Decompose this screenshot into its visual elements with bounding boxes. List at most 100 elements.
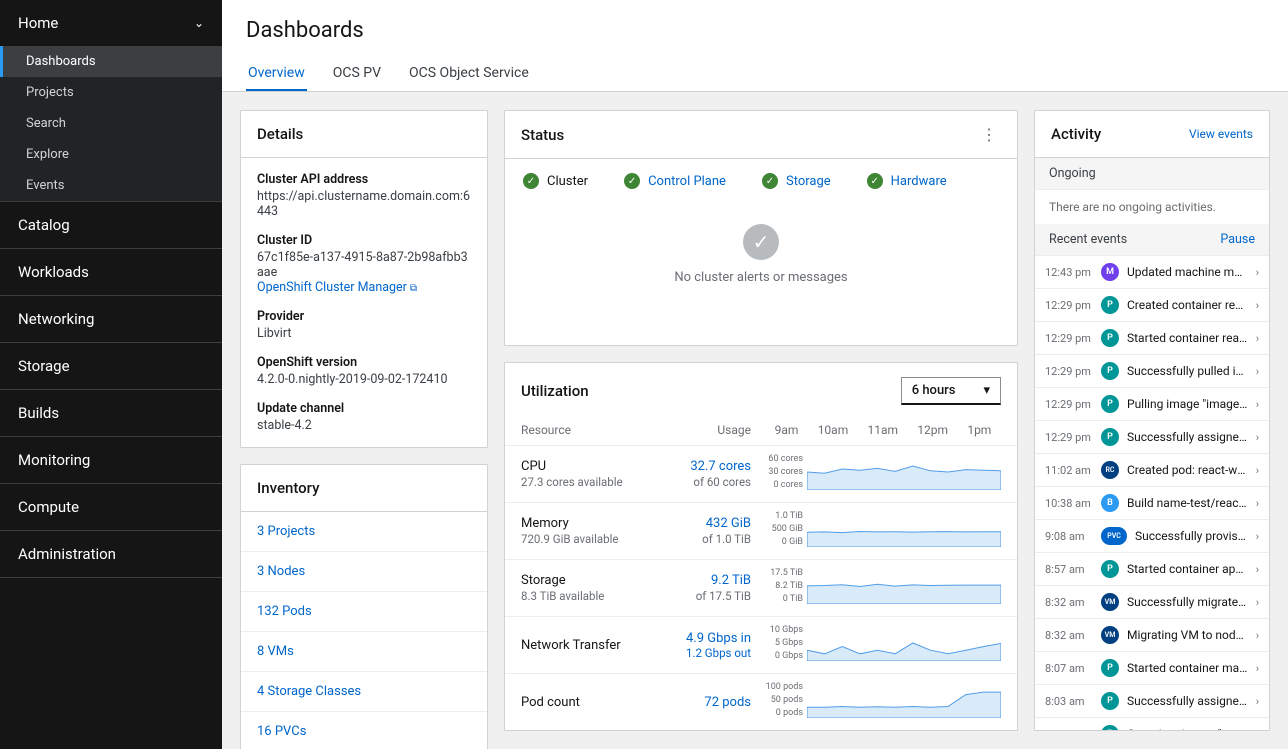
chevron-right-icon: › [1256, 695, 1259, 708]
utilization-header: Utilization 6 hours ▾ [505, 363, 1017, 419]
sparkline [807, 682, 1001, 722]
inventory-item[interactable]: 16 PVCs [241, 711, 487, 749]
util-row-storage: Storage8.3 TiB available9.2 TiBof 17.5 T… [505, 559, 1017, 616]
event-row[interactable]: 8:32 amVMSuccessfully migrated V...› [1035, 586, 1269, 619]
sidebar-item-projects[interactable]: Projects [0, 77, 222, 108]
sparkline [807, 625, 1001, 665]
util-value-link[interactable]: 4.9 Gbps in [641, 631, 751, 646]
resource-badge: RC [1101, 461, 1119, 479]
util-row-pod-count: Pod count72 pods100 pods50 pods0 pods [505, 673, 1017, 730]
status-item-control-plane: ✓Control Plane [624, 173, 726, 189]
sidebar-item-storage[interactable]: Storage [0, 343, 222, 389]
check-icon: ✓ [523, 173, 539, 189]
sidebar-item-dashboards[interactable]: Dashboards [0, 46, 222, 77]
utilization-card: Utilization 6 hours ▾ Resource Usage 9am… [504, 362, 1018, 731]
resource-badge: P [1101, 659, 1119, 677]
util-value-link[interactable]: 432 GiB [641, 516, 751, 531]
event-row[interactable]: 8:03 amPSuccessfully assigned m...› [1035, 685, 1269, 718]
inventory-item[interactable]: 3 Projects [241, 512, 487, 551]
event-row[interactable]: 7:43 amPContainer image "registr...› [1035, 718, 1269, 730]
sparkline [807, 511, 1001, 551]
sidebar-item-workloads[interactable]: Workloads [0, 249, 222, 295]
chevron-right-icon: › [1256, 662, 1259, 675]
nav-home-label: Home [18, 14, 58, 32]
event-row[interactable]: 8:07 amPStarted container manag...› [1035, 652, 1269, 685]
resource-badge: P [1101, 395, 1119, 413]
sidebar-item-search[interactable]: Search [0, 108, 222, 139]
details-card: Details Cluster API addresshttps://api.c… [240, 110, 488, 448]
detail-item: Cluster ID67c1f85e-a137-4915-8a87-2b98af… [257, 233, 471, 295]
event-row[interactable]: 8:57 amPStarted container appde...› [1035, 553, 1269, 586]
chevron-right-icon: › [1256, 431, 1259, 444]
chevron-down-icon: ⌄ [194, 16, 204, 30]
sparkline [807, 454, 1001, 494]
resource-badge: P [1101, 725, 1119, 730]
sidebar-item-catalog[interactable]: Catalog [0, 202, 222, 248]
chevron-right-icon: › [1256, 497, 1259, 510]
sidebar-item-monitoring[interactable]: Monitoring [0, 437, 222, 483]
page-header: Dashboards Overview OCS PV OCS Object Serv… [222, 0, 1288, 92]
inventory-card: Inventory 3 Projects3 Nodes132 Pods8 VMs… [240, 464, 488, 749]
resource-badge: VM [1101, 593, 1119, 611]
sidebar-item-compute[interactable]: Compute [0, 484, 222, 530]
check-circle-icon: ✓ [743, 224, 779, 260]
check-icon: ✓ [762, 173, 778, 189]
status-header: Status ⋮ [505, 111, 1017, 159]
event-row[interactable]: 12:29 pmPSuccessfully pulled imag...› [1035, 355, 1269, 388]
tab-ocs-pv[interactable]: OCS PV [331, 57, 383, 91]
inventory-item[interactable]: 8 VMs [241, 631, 487, 671]
chevron-right-icon: › [1256, 398, 1259, 411]
chevron-right-icon: › [1256, 728, 1259, 731]
event-row[interactable]: 12:43 pmMUpdated machine mynam...› [1035, 256, 1269, 289]
sidebar-item-events[interactable]: Events [0, 170, 222, 201]
event-row[interactable]: 10:38 amBBuild name-test/react-we...› [1035, 487, 1269, 520]
util-value-link[interactable]: 72 pods [641, 695, 751, 710]
detail-item: Update channelstable-4.2 [257, 401, 471, 433]
resource-badge: P [1101, 692, 1119, 710]
kebab-icon[interactable]: ⋮ [977, 125, 1001, 144]
resource-badge: P [1101, 560, 1119, 578]
event-row[interactable]: 12:29 pmPSuccessfully assigned ap...› [1035, 421, 1269, 454]
recent-events-head: Recent events Pause [1035, 224, 1269, 256]
nav-home-submenu: DashboardsProjectsSearchExploreEvents [0, 46, 222, 201]
util-row-memory: Memory720.9 GiB available432 GiBof 1.0 T… [505, 502, 1017, 559]
sidebar: Home ⌄ DashboardsProjectsSearchExploreEv… [0, 0, 222, 749]
chevron-right-icon: › [1256, 629, 1259, 642]
view-events-link[interactable]: View events [1189, 127, 1253, 141]
resource-badge: P [1101, 362, 1119, 380]
nav-home-toggle[interactable]: Home ⌄ [0, 0, 222, 46]
resource-badge: P [1101, 296, 1119, 314]
event-row[interactable]: 12:29 pmPStarted container reacta...› [1035, 322, 1269, 355]
page-title: Dashboards [246, 18, 1264, 43]
sidebar-item-administration[interactable]: Administration [0, 531, 222, 577]
event-row[interactable]: 12:29 pmPCreated container reacta...› [1035, 289, 1269, 322]
check-icon: ✓ [624, 173, 640, 189]
util-value-link[interactable]: 9.2 TiB [641, 573, 751, 588]
ongoing-head: Ongoing [1035, 158, 1269, 190]
event-row[interactable]: 8:32 amVMMigrating VM to node ip...› [1035, 619, 1269, 652]
status-item-cluster: ✓Cluster [523, 173, 588, 189]
resource-badge: M [1101, 263, 1119, 281]
cluster-manager-link[interactable]: OpenShift Cluster Manager⧉ [257, 280, 471, 295]
sidebar-item-explore[interactable]: Explore [0, 139, 222, 170]
event-row[interactable]: 11:02 amRCCreated pod: react-web-...› [1035, 454, 1269, 487]
resource-badge: B [1101, 494, 1119, 512]
detail-item: Cluster API addresshttps://api.clusterna… [257, 172, 471, 219]
sidebar-item-builds[interactable]: Builds [0, 390, 222, 436]
sidebar-item-networking[interactable]: Networking [0, 296, 222, 342]
chevron-right-icon: › [1256, 332, 1259, 345]
pause-link[interactable]: Pause [1220, 232, 1255, 247]
tab-overview[interactable]: Overview [246, 57, 307, 91]
inventory-item[interactable]: 4 Storage Classes [241, 671, 487, 711]
util-value-link[interactable]: 32.7 cores [641, 459, 751, 474]
status-item-hardware: ✓Hardware [867, 173, 947, 189]
inventory-item[interactable]: 3 Nodes [241, 551, 487, 591]
event-row[interactable]: 12:29 pmPPulling image "image-re...› [1035, 388, 1269, 421]
event-row[interactable]: 9:08 amPVCSuccessfully provision...› [1035, 520, 1269, 553]
time-range-select[interactable]: 6 hours ▾ [901, 377, 1001, 405]
tab-ocs-object-service[interactable]: OCS Object Service [407, 57, 531, 91]
nav-section-home: Home ⌄ DashboardsProjectsSearchExploreEv… [0, 0, 222, 202]
chevron-right-icon: › [1256, 464, 1259, 477]
status-empty: ✓ No cluster alerts or messages [505, 203, 1017, 345]
inventory-item[interactable]: 132 Pods [241, 591, 487, 631]
